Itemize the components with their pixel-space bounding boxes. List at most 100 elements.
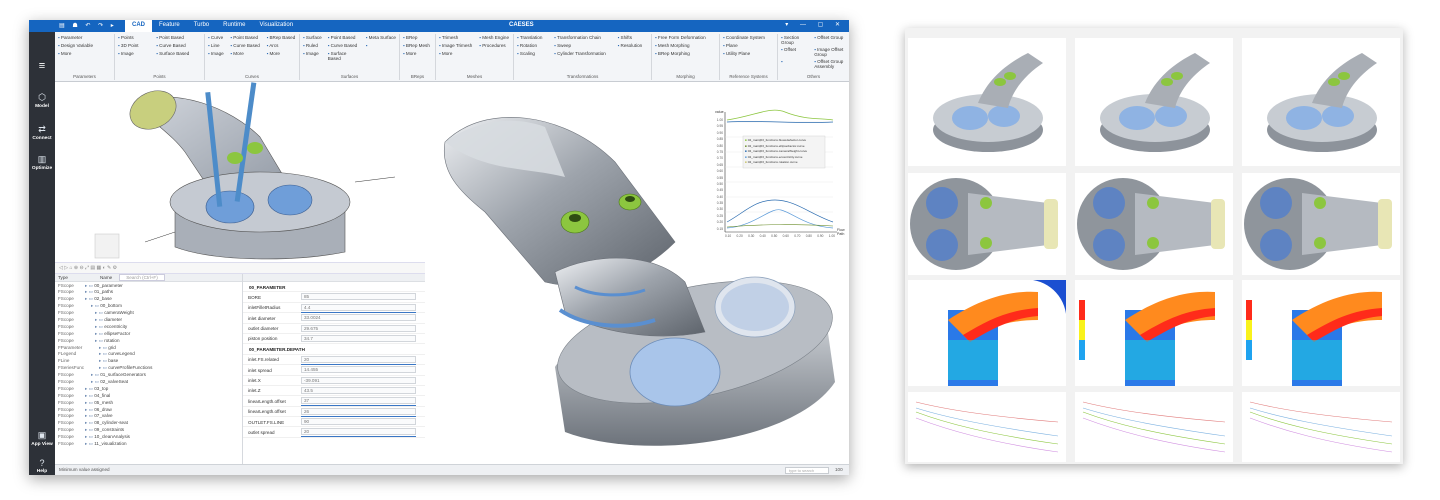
- tree-row[interactable]: FScope 06_draw: [55, 406, 242, 413]
- tree-row[interactable]: FSeriesFunc curveProfileFunctions: [55, 365, 242, 372]
- nav-help[interactable]: ? Help: [29, 458, 55, 474]
- ribbon-item[interactable]: Line: [208, 43, 224, 48]
- quick-access-toolbar[interactable]: ▤ ☗ ↶ ↷ ▸: [59, 22, 117, 29]
- tree-row[interactable]: FParameter grid: [55, 344, 242, 351]
- tree-row[interactable]: FScope 00_bottom: [55, 303, 242, 310]
- ribbon-item[interactable]: Surface: [303, 35, 322, 40]
- ribbon-item[interactable]: Mesh Engine: [479, 35, 510, 40]
- tree-row[interactable]: FScope 05_mesh: [55, 399, 242, 406]
- ribbon-item[interactable]: Utility Plane: [723, 51, 774, 56]
- ribbon-item[interactable]: More: [58, 51, 111, 56]
- ribbon-item[interactable]: Point Based: [156, 35, 201, 40]
- ribbon-item[interactable]: Image: [118, 51, 150, 56]
- parameter-value-input[interactable]: 37: [301, 397, 416, 405]
- ribbon-item[interactable]: Scaling: [517, 51, 548, 56]
- nav-model[interactable]: ⬡ Model: [29, 92, 55, 109]
- ribbon-item[interactable]: Rotation: [517, 43, 548, 48]
- parameter-value-input[interactable]: 29.675: [301, 324, 416, 332]
- tree-row[interactable]: FScope 08_cylinder-seat: [55, 420, 242, 427]
- tree-search-input[interactable]: Search (Ctrl+F): [119, 274, 165, 281]
- tree-row[interactable]: FScope 02_valveSeat: [55, 378, 242, 385]
- tree-row[interactable]: FScope cameraWeight: [55, 310, 242, 317]
- ribbon-item[interactable]: 3D Point: [118, 43, 150, 48]
- tree-row[interactable]: FScope 07_valve: [55, 413, 242, 420]
- parameter-value-input[interactable]: -39.091: [301, 376, 416, 384]
- ribbon-item[interactable]: Resolution: [618, 43, 648, 48]
- ribbon-item[interactable]: BRep Based: [267, 35, 296, 40]
- tree-row[interactable]: FScope 00_parameter: [55, 282, 242, 289]
- ribbon-item[interactable]: Trimesh: [439, 35, 473, 40]
- ribbon-item[interactable]: Plane: [723, 43, 774, 48]
- ribbon-item[interactable]: BRep: [403, 35, 432, 40]
- view-cube-icon[interactable]: [94, 233, 120, 259]
- status-search-input[interactable]: type to search: [785, 467, 829, 474]
- tree-row[interactable]: FScope 03_top: [55, 385, 242, 392]
- ribbon-item[interactable]: Translation: [517, 35, 548, 40]
- zoom-level[interactable]: 100: [835, 465, 843, 475]
- tree-row[interactable]: FScope ellipseFactor: [55, 330, 242, 337]
- ribbon-item[interactable]: More: [230, 51, 260, 56]
- nav-optimize[interactable]: ▥ Optimize: [29, 154, 55, 171]
- parameter-value-input[interactable]: 26: [301, 407, 416, 415]
- ribbon-item[interactable]: Curve: [208, 35, 224, 40]
- tab-feature[interactable]: Feature: [152, 20, 187, 32]
- ribbon-item[interactable]: Sweep: [554, 43, 611, 48]
- tree-row[interactable]: FLine base: [55, 358, 242, 365]
- tree-row[interactable]: FLegend curveLegend: [55, 351, 242, 358]
- ribbon-item[interactable]: BRep Morphing: [655, 51, 716, 56]
- tree-row[interactable]: FScope rotation: [55, 337, 242, 344]
- ribbon-item[interactable]: More: [439, 51, 473, 56]
- ribbon-item[interactable]: Point Based: [230, 35, 260, 40]
- ribbon-item[interactable]: Arcs: [267, 43, 296, 48]
- ribbon-item[interactable]: Parameter: [58, 35, 111, 40]
- tab-visualization[interactable]: Visualization: [252, 20, 300, 32]
- tree-row[interactable]: FScope 10_cleanAnalysis: [55, 434, 242, 441]
- nav-app-view[interactable]: ▣ App View: [29, 430, 55, 447]
- tree-row[interactable]: FScope 11_visualization: [55, 440, 242, 447]
- parameter-value-input[interactable]: 20: [301, 428, 416, 436]
- hamburger-menu-icon[interactable]: ≡: [29, 60, 55, 72]
- ribbon-item[interactable]: Image Trimesh: [439, 43, 473, 48]
- ribbon-item[interactable]: Offset: [781, 47, 808, 57]
- ribbon-item[interactable]: Points: [118, 35, 150, 40]
- ribbon-item[interactable]: Coordinate System: [723, 35, 774, 40]
- window-controls[interactable]: ▾ — ▢ ✕: [785, 21, 845, 28]
- ribbon-item[interactable]: Surface Based: [156, 51, 201, 56]
- ribbon-item[interactable]: Curve Based: [230, 43, 260, 48]
- viewport-toolbar[interactable]: ◁ ▷ ⌂ ⊕ ⊖ ⤢ ▤ ▦ ◐ ✎ ⚙: [55, 262, 425, 274]
- ribbon-item[interactable]: Section Group: [781, 35, 808, 45]
- tree-row[interactable]: FScope diameter: [55, 316, 242, 323]
- tree-row[interactable]: FScope 04_final: [55, 392, 242, 399]
- tree-row[interactable]: FScope 01_paths: [55, 289, 242, 296]
- parameter-slider[interactable]: [301, 436, 416, 438]
- tab-turbo[interactable]: Turbo: [187, 20, 216, 32]
- tree-header-name[interactable]: Name: [97, 274, 115, 281]
- ribbon-item[interactable]: Image Offset Group: [814, 47, 846, 57]
- ribbon-item[interactable]: Procedures: [479, 43, 510, 48]
- parameter-value-input[interactable]: 14.455: [301, 366, 416, 374]
- ribbon-item[interactable]: Image: [208, 51, 224, 56]
- ribbon-item[interactable]: BRep Mesh: [403, 43, 432, 48]
- ribbon-item[interactable]: Curve Based: [156, 43, 201, 48]
- ribbon-item[interactable]: Offset Group Assembly: [814, 59, 846, 69]
- parameter-value-input[interactable]: 4.4: [301, 303, 416, 311]
- ribbon-item[interactable]: Surface Based: [328, 51, 360, 61]
- ribbon-item[interactable]: Free Form Deformation: [655, 35, 716, 40]
- ribbon-item[interactable]: Mesh Morphing: [655, 43, 716, 48]
- ribbon-item[interactable]: Shifts: [618, 35, 648, 40]
- parameter-value-input[interactable]: 85: [301, 293, 416, 301]
- 3d-viewport-secondary[interactable]: [55, 82, 425, 262]
- nav-connect[interactable]: ⇄ Connect: [29, 124, 55, 141]
- ribbon-item[interactable]: Curve Based: [328, 43, 360, 48]
- parameter-value-input[interactable]: 43.5: [301, 386, 416, 394]
- ribbon-item[interactable]: Meta Surface: [366, 35, 396, 40]
- parameter-value-input[interactable]: 34.7: [301, 334, 416, 342]
- ribbon-item[interactable]: Transformation Chain: [554, 35, 611, 40]
- ribbon-item[interactable]: Design Variable: [58, 43, 111, 48]
- tree-row[interactable]: FScope 01_surfaceGenerators: [55, 372, 242, 379]
- ribbon-item[interactable]: Ruled: [303, 43, 322, 48]
- ribbon-item[interactable]: Cylinder Transformation: [554, 51, 611, 56]
- tree-header-type[interactable]: Type: [55, 274, 71, 281]
- ribbon-item[interactable]: More: [403, 51, 432, 56]
- parameter-value-input[interactable]: 33.0024: [301, 314, 416, 322]
